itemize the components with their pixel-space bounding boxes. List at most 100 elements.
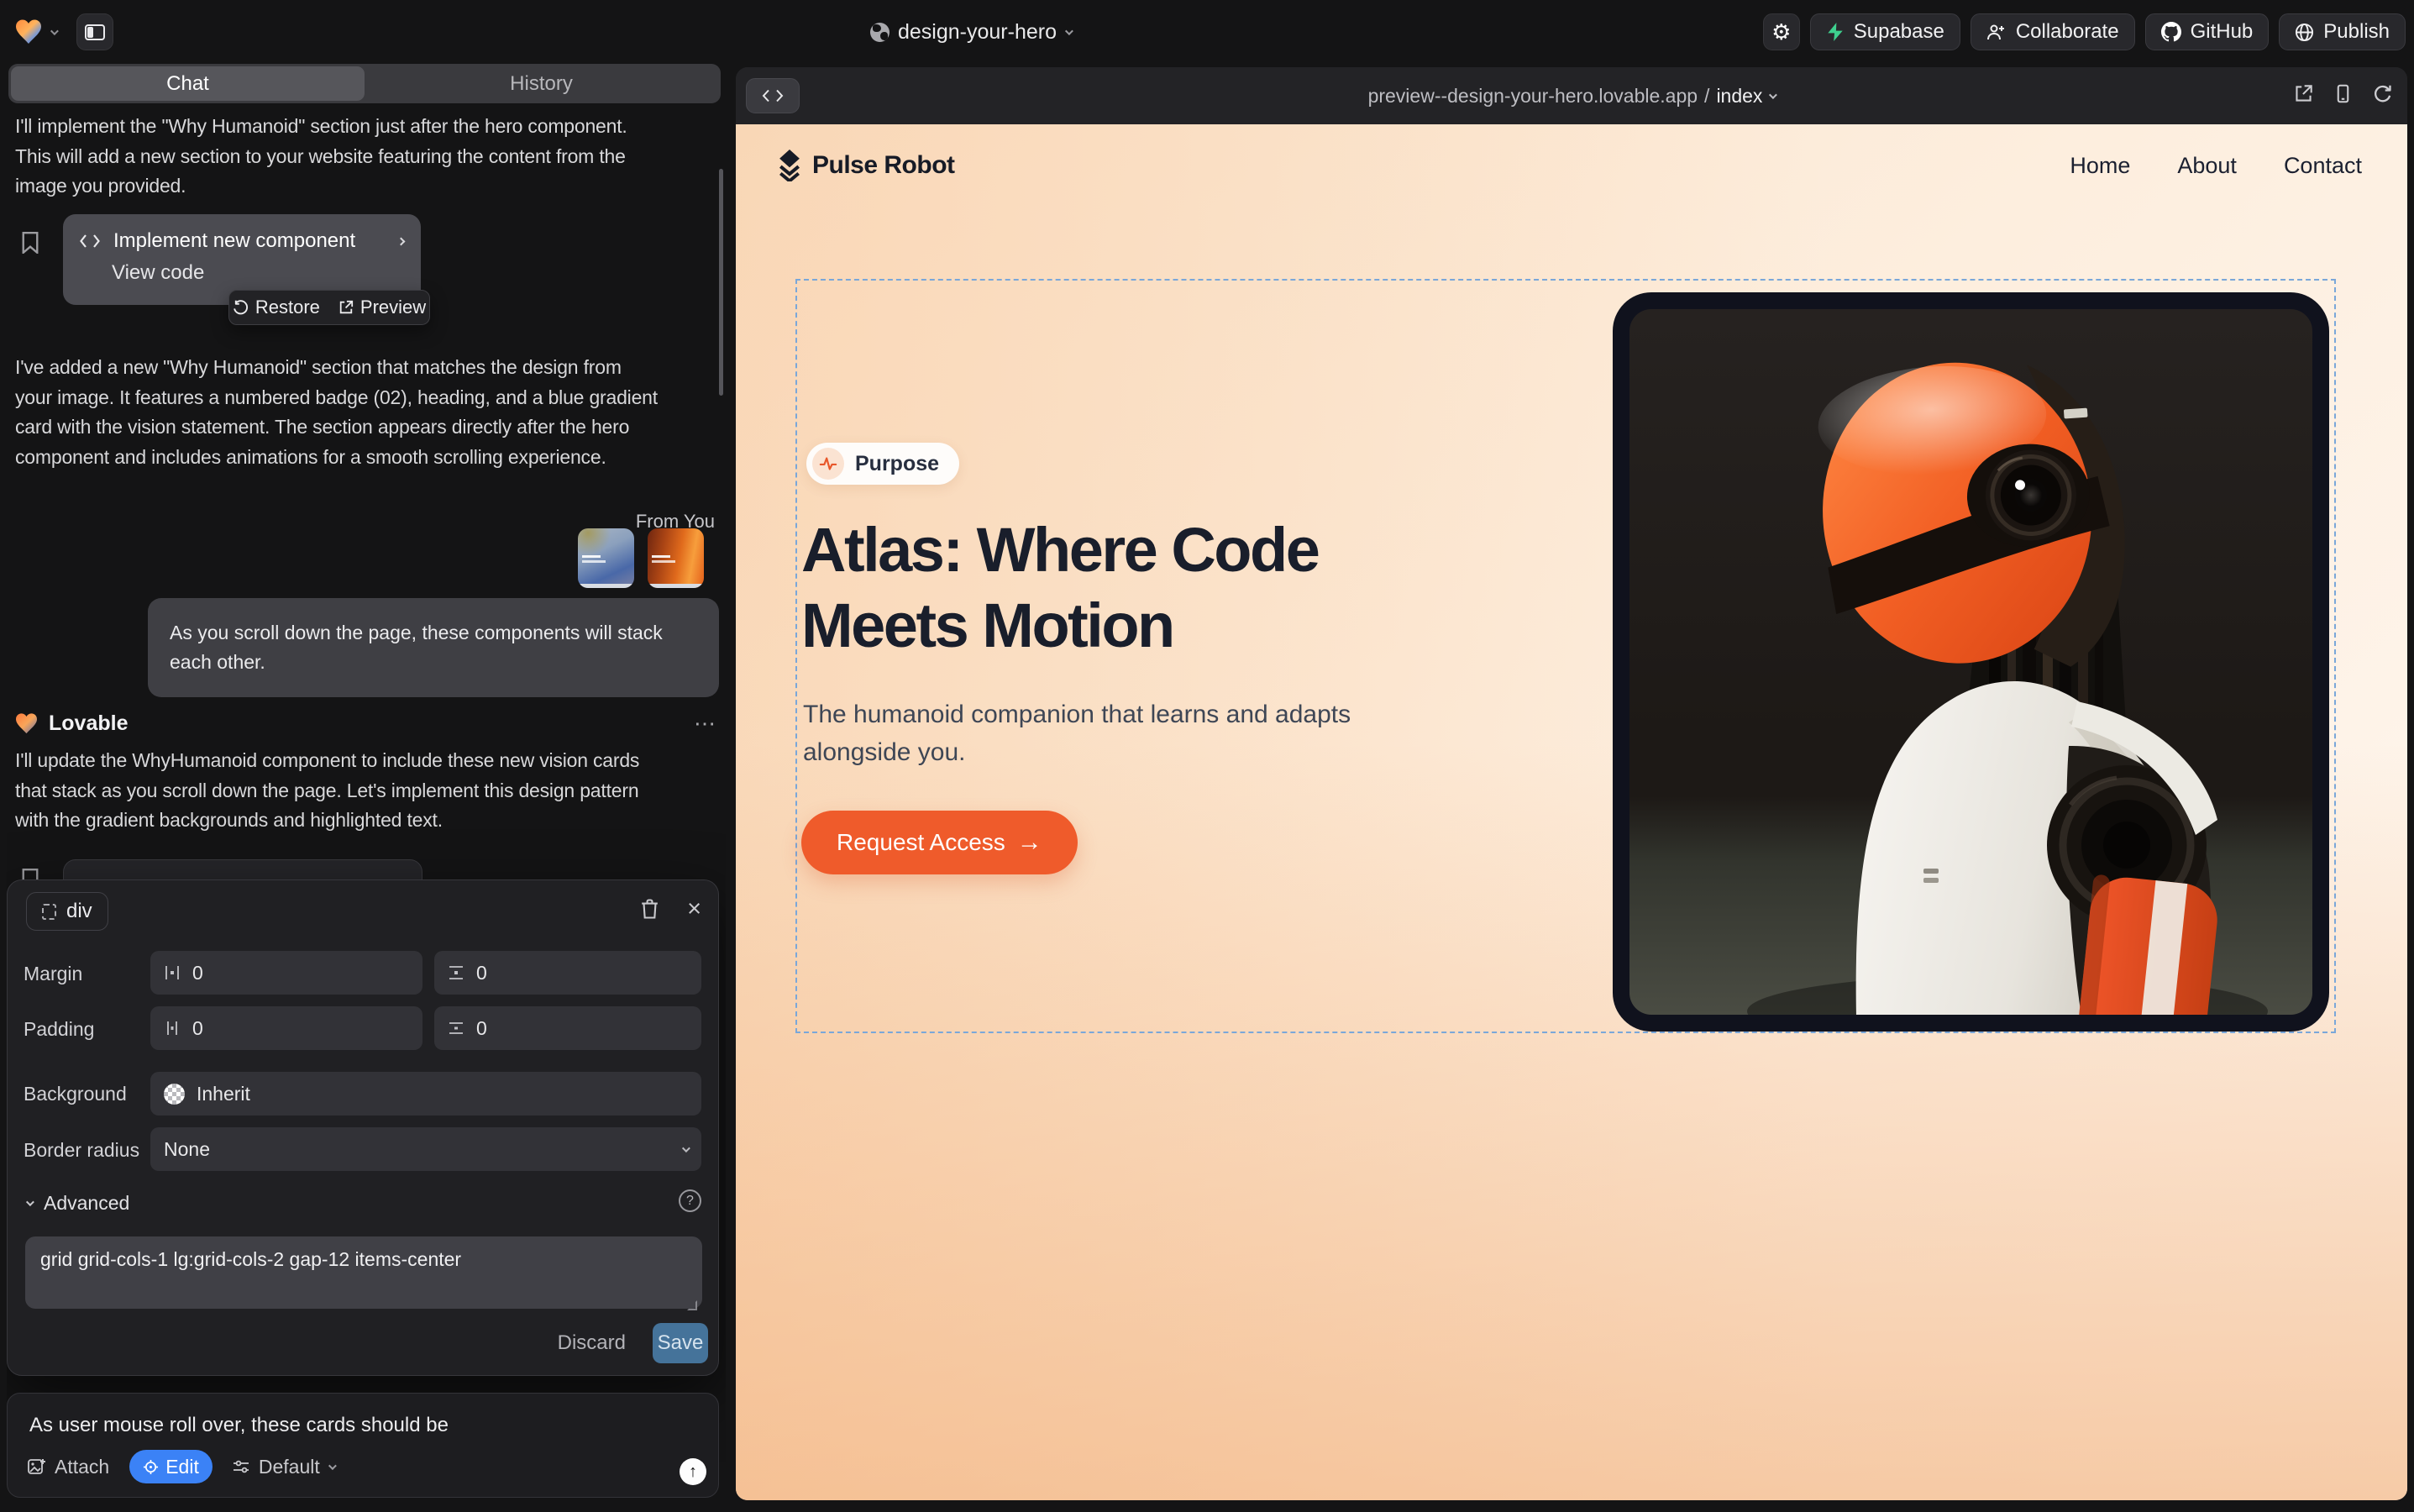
padding-y-input[interactable]: 0 (434, 1006, 701, 1050)
nav-about[interactable]: About (2177, 153, 2237, 179)
arrow-up-icon: ↑ (689, 1462, 697, 1482)
preview-url: preview--design-your-hero.lovable.app (1368, 85, 1698, 108)
dashed-selection-icon (42, 904, 56, 920)
message-menu-icon[interactable]: ⋯ (694, 711, 717, 737)
assistant-message-2: I've added a new "Why Humanoid" section … (15, 353, 658, 472)
supabase-icon (1826, 22, 1845, 42)
padding-horizontal-icon (164, 1020, 181, 1037)
preview-page: index (1716, 85, 1762, 108)
settings-button[interactable]: ⚙ (1763, 13, 1800, 50)
sidebar-toggle-button[interactable] (76, 13, 113, 50)
padding-x-input[interactable]: 0 (150, 1006, 422, 1050)
mobile-view-icon[interactable] (2333, 84, 2353, 103)
restore-icon (233, 300, 249, 316)
supabase-button[interactable]: Supabase (1810, 13, 1960, 50)
attach-button[interactable]: Attach (28, 1456, 109, 1478)
code-toggle-icon (762, 89, 784, 102)
preview-panel: preview--design-your-hero.lovable.app / … (736, 67, 2407, 1500)
background-input[interactable]: Inherit (150, 1072, 701, 1116)
assistant-name: Lovable (49, 711, 128, 736)
bookmark-icon[interactable] (21, 232, 39, 254)
padding-label: Padding (24, 1018, 94, 1041)
assistant-message-1: I'll implement the "Why Humanoid" sectio… (15, 112, 627, 202)
project-globe-icon (870, 23, 890, 42)
margin-x-input[interactable]: 0 (150, 951, 422, 995)
url-chevron-icon (1769, 91, 1777, 99)
hero-robot-image (1613, 292, 2329, 1032)
github-icon (2161, 22, 2181, 42)
close-icon[interactable]: × (687, 900, 701, 917)
assistant-message-3: I'll update the WhyHumanoid component to… (15, 746, 639, 836)
hero-subheading: The humanoid companion that learns and a… (803, 696, 1351, 771)
version-hover-actions: Restore Preview (228, 290, 430, 325)
margin-label: Margin (24, 963, 82, 985)
save-button[interactable]: Save (653, 1323, 708, 1363)
code-icon (80, 234, 100, 249)
gear-icon: ⚙ (1771, 19, 1791, 45)
margin-horizontal-icon (164, 964, 181, 981)
site-brand[interactable]: Pulse Robot (777, 150, 955, 181)
assistant-header: Lovable ⋯ (15, 711, 717, 737)
pulse-icon (819, 454, 837, 473)
target-icon (143, 1459, 159, 1475)
publish-button[interactable]: Publish (2279, 13, 2406, 50)
project-chevron-icon (1065, 27, 1073, 35)
edit-mode-button[interactable]: Edit (129, 1450, 213, 1483)
padding-vertical-icon (448, 1020, 464, 1037)
advanced-toggle[interactable]: Advanced (26, 1192, 129, 1215)
help-icon[interactable]: ? (679, 1189, 701, 1212)
background-label: Background (24, 1083, 127, 1105)
chat-panel: Chat History I'll implement the "Why Hum… (7, 64, 726, 1512)
chat-input-value[interactable]: As user mouse roll over, these cards sho… (29, 1414, 449, 1437)
hero-heading: Atlas: Where Code Meets Motion (801, 512, 1318, 664)
github-button[interactable]: GitHub (2145, 13, 2270, 50)
request-access-button[interactable]: Request Access → (801, 811, 1078, 874)
mode-chevron-icon (328, 1462, 337, 1470)
collaborate-button[interactable]: Collaborate (1971, 13, 2135, 50)
project-name: design-your-hero (898, 20, 1057, 45)
lovable-logo-icon[interactable] (15, 19, 42, 45)
chat-scrollbar[interactable] (719, 169, 723, 396)
attachment-thumbnail-blue[interactable] (578, 528, 634, 588)
attachment-thumbnail-orange[interactable] (648, 528, 704, 588)
discard-button[interactable]: Discard (558, 1331, 626, 1355)
pulse-robot-logo-icon (777, 150, 802, 181)
external-link-icon (338, 300, 354, 315)
website-preview: Pulse Robot Home About Contact Purpose A… (736, 124, 2407, 1500)
arrow-right-icon: → (1017, 828, 1042, 857)
preview-url-bar[interactable]: preview--design-your-hero.lovable.app / … (736, 85, 2407, 108)
border-radius-select[interactable]: None (150, 1127, 701, 1171)
top-bar: design-your-hero ⚙ Supabase Collaborate (0, 0, 2414, 64)
refresh-icon[interactable] (2373, 84, 2392, 103)
badge-label: Purpose (855, 452, 939, 476)
tab-history[interactable]: History (365, 66, 718, 101)
collaborate-icon (1986, 23, 2007, 41)
tab-chat[interactable]: Chat (11, 66, 365, 101)
margin-vertical-icon (448, 964, 464, 981)
preview-button[interactable]: Preview (338, 297, 426, 318)
view-code-link[interactable]: View code (63, 253, 421, 285)
margin-y-input[interactable]: 0 (434, 951, 701, 995)
nav-contact[interactable]: Contact (2284, 153, 2362, 179)
lovable-heart-icon (15, 713, 38, 734)
app-window: design-your-hero ⚙ Supabase Collaborate (0, 0, 2414, 1512)
sliders-icon (233, 1459, 250, 1474)
send-button[interactable]: ↑ (680, 1458, 706, 1485)
project-switcher[interactable]: design-your-hero (870, 20, 1071, 45)
user-message-bubble: As you scroll down the page, these compo… (148, 598, 719, 697)
classes-textarea[interactable]: grid grid-cols-1 lg:grid-cols-2 gap-12 i… (25, 1236, 702, 1309)
panel-left-icon (85, 24, 105, 40)
nav-home[interactable]: Home (2070, 153, 2130, 179)
chevron-down-icon (682, 1144, 690, 1152)
selected-element-chip[interactable]: div (26, 892, 108, 931)
restore-button[interactable]: Restore (233, 297, 320, 318)
purpose-badge: Purpose (806, 443, 959, 485)
open-in-new-tab-icon[interactable] (2294, 84, 2313, 103)
advanced-chevron-icon (26, 1198, 34, 1206)
chat-input-box[interactable]: As user mouse roll over, these cards sho… (7, 1393, 719, 1498)
mode-select[interactable]: Default (233, 1456, 334, 1478)
attach-image-icon (28, 1457, 46, 1476)
code-view-toggle[interactable] (746, 78, 800, 113)
logo-chevron-icon[interactable] (50, 27, 59, 35)
trash-icon[interactable] (641, 899, 659, 919)
